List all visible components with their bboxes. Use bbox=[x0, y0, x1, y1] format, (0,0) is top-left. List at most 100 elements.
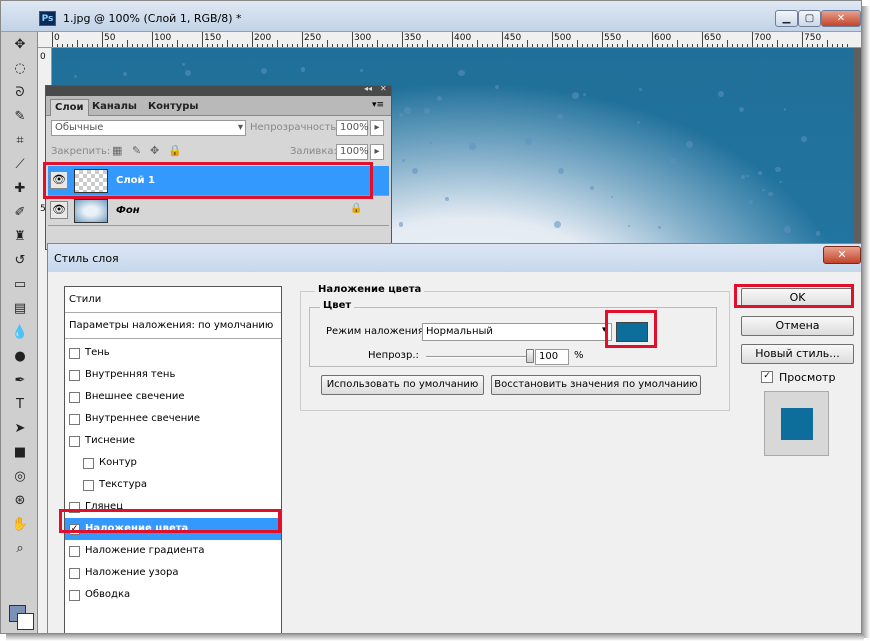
layer-row-background[interactable]: 👁 Фон 🔒 bbox=[48, 196, 389, 226]
make-default-button[interactable]: Использовать по умолчанию bbox=[321, 375, 484, 395]
style-checkbox[interactable] bbox=[69, 546, 80, 557]
style-item[interactable]: Тиснение bbox=[65, 430, 281, 452]
history-brush-tool-icon[interactable]: ↺ bbox=[11, 252, 29, 270]
minimize-button[interactable]: ▁ bbox=[775, 10, 798, 27]
ruler-label: 400 bbox=[454, 33, 472, 43]
blending-options-item[interactable]: Параметры наложения: по умолчанию bbox=[65, 313, 281, 339]
style-checkbox[interactable] bbox=[69, 414, 80, 425]
style-item[interactable]: Наложение градиента bbox=[65, 540, 281, 562]
layer-blend-mode-select[interactable]: Обычные ▾ bbox=[51, 120, 246, 136]
opacity-slider-handle[interactable] bbox=[526, 349, 534, 363]
crop-tool-icon[interactable]: ⌗ bbox=[11, 132, 29, 150]
blur-tool-icon[interactable]: 💧 bbox=[11, 324, 29, 342]
fill-arrow-icon[interactable]: ▸ bbox=[370, 144, 384, 160]
quick-select-tool-icon[interactable]: ✎ bbox=[11, 108, 29, 126]
section-title: Наложение цвета bbox=[315, 284, 425, 295]
lasso-tool-icon[interactable]: ᘐ bbox=[11, 84, 29, 102]
lock-all-icon[interactable]: 🔒 bbox=[168, 144, 182, 157]
style-item[interactable]: Обводка bbox=[65, 584, 281, 606]
collapse-icon[interactable]: ◂◂ bbox=[364, 84, 372, 93]
opacity-input[interactable]: 100 bbox=[535, 349, 569, 365]
subsection-title: Цвет bbox=[320, 300, 355, 311]
style-checkbox[interactable] bbox=[69, 590, 80, 601]
texture-speck bbox=[300, 67, 306, 72]
style-checkbox[interactable] bbox=[69, 568, 80, 579]
ruler-minor-tick bbox=[277, 40, 278, 47]
ruler-label: 200 bbox=[254, 33, 272, 43]
blend-mode-label: Режим наложения: bbox=[326, 326, 428, 337]
path-selection-tool-icon[interactable]: ➤ bbox=[11, 420, 29, 438]
layer-fill-input[interactable]: 100% bbox=[336, 144, 369, 160]
style-item[interactable]: Внешнее свечение bbox=[65, 386, 281, 408]
type-tool-icon[interactable]: T bbox=[11, 396, 29, 414]
style-checkbox[interactable] bbox=[69, 392, 80, 403]
style-checkbox[interactable] bbox=[69, 348, 80, 359]
highlight-color-swatch bbox=[605, 310, 657, 348]
gradient-tool-icon[interactable]: ▤ bbox=[11, 300, 29, 318]
style-item-label: Внутреннее свечение bbox=[85, 413, 200, 424]
blend-mode-select[interactable]: Нормальный bbox=[422, 323, 612, 341]
close-window-button[interactable]: ✕ bbox=[821, 10, 861, 27]
healing-brush-tool-icon[interactable]: ✚ bbox=[11, 180, 29, 198]
texture-speck bbox=[360, 69, 364, 73]
ruler-label: 650 bbox=[704, 33, 722, 43]
reset-to-default-button[interactable]: Восстановить значения по умолчанию bbox=[491, 375, 701, 395]
ruler-label: 100 bbox=[154, 33, 172, 43]
style-checkbox[interactable] bbox=[83, 480, 94, 491]
styles-header[interactable]: Стили bbox=[65, 287, 281, 313]
texture-speck bbox=[582, 93, 587, 97]
preview-checkbox[interactable]: ✓ bbox=[761, 371, 773, 383]
panel-menu-icon[interactable]: ▾≡ bbox=[372, 100, 384, 110]
lock-transparency-icon[interactable]: ▦ bbox=[112, 144, 122, 157]
layer-thumbnail bbox=[74, 199, 108, 223]
style-item[interactable]: Внутренняя тень bbox=[65, 364, 281, 386]
texture-speck bbox=[815, 231, 821, 236]
tab-layers[interactable]: Слои bbox=[50, 99, 89, 116]
tab-channels[interactable]: Каналы bbox=[88, 99, 141, 116]
layer-blend-mode-value: Обычные bbox=[55, 122, 104, 133]
style-item[interactable]: Текстура bbox=[65, 474, 281, 496]
clone-stamp-tool-icon[interactable]: ♜ bbox=[11, 228, 29, 246]
close-panel-icon[interactable]: ✕ bbox=[380, 84, 387, 93]
marquee-tool-icon[interactable]: ◌ bbox=[11, 60, 29, 78]
brush-tool-icon[interactable]: ✐ bbox=[11, 204, 29, 222]
close-dialog-button[interactable]: ✕ bbox=[823, 246, 861, 264]
opacity-label: Непрозрачность: bbox=[250, 122, 340, 133]
preview-label: Просмотр bbox=[779, 371, 836, 384]
maximize-button[interactable]: ▢ bbox=[798, 10, 821, 27]
dodge-tool-icon[interactable]: ● bbox=[11, 348, 29, 366]
style-item-label: Обводка bbox=[85, 589, 131, 600]
style-item[interactable]: Тень bbox=[65, 342, 281, 364]
lock-pixels-icon[interactable]: ✎ bbox=[132, 144, 141, 157]
new-style-button[interactable]: Новый стиль... bbox=[741, 344, 854, 364]
layers-panel-header[interactable]: ◂◂ ✕ bbox=[46, 84, 391, 96]
ruler-minor-tick bbox=[777, 40, 778, 47]
texture-speck bbox=[445, 196, 450, 201]
opacity-arrow-icon[interactable]: ▸ bbox=[370, 120, 384, 136]
eyedropper-tool-icon[interactable]: ⟋ bbox=[11, 156, 29, 174]
style-checkbox[interactable] bbox=[69, 436, 80, 447]
shape-tool-icon[interactable]: ■ bbox=[11, 444, 29, 462]
style-checkbox[interactable] bbox=[83, 458, 94, 469]
pen-tool-icon[interactable]: ✒ bbox=[11, 372, 29, 390]
cancel-button[interactable]: Отмена bbox=[741, 316, 854, 336]
document-title-bar[interactable]: Ps 1.jpg @ 100% (Слой 1, RGB/8) * ▁ ▢ ✕ bbox=[1, 1, 861, 32]
opacity-slider-track[interactable] bbox=[426, 356, 530, 358]
lock-position-icon[interactable]: ✥ bbox=[150, 144, 159, 157]
layer-opacity-input[interactable]: 100% bbox=[336, 120, 369, 136]
zoom-tool-icon[interactable]: ⌕ bbox=[11, 540, 29, 558]
3d-rotate-tool-icon[interactable]: ◎ bbox=[11, 468, 29, 486]
background-color-swatch[interactable] bbox=[17, 613, 34, 630]
dialog-title-bar[interactable]: Стиль слоя ✕ bbox=[48, 244, 861, 272]
move-tool-icon[interactable]: ✥ bbox=[11, 36, 29, 54]
horizontal-ruler[interactable]: 0 50 100 150 200 250 300 350 400 450 500 550 600 650 7… bbox=[38, 32, 861, 48]
style-checkbox[interactable] bbox=[69, 370, 80, 381]
style-item[interactable]: Наложение узора bbox=[65, 562, 281, 584]
style-item[interactable]: Внутреннее свечение bbox=[65, 408, 281, 430]
eraser-tool-icon[interactable]: ▭ bbox=[11, 276, 29, 294]
tab-paths[interactable]: Контуры bbox=[144, 99, 202, 116]
style-item[interactable]: Контур bbox=[65, 452, 281, 474]
3d-orbit-tool-icon[interactable]: ⊛ bbox=[11, 492, 29, 510]
hand-tool-icon[interactable]: ✋ bbox=[11, 516, 29, 534]
visibility-eye-icon[interactable]: 👁 bbox=[50, 201, 68, 219]
